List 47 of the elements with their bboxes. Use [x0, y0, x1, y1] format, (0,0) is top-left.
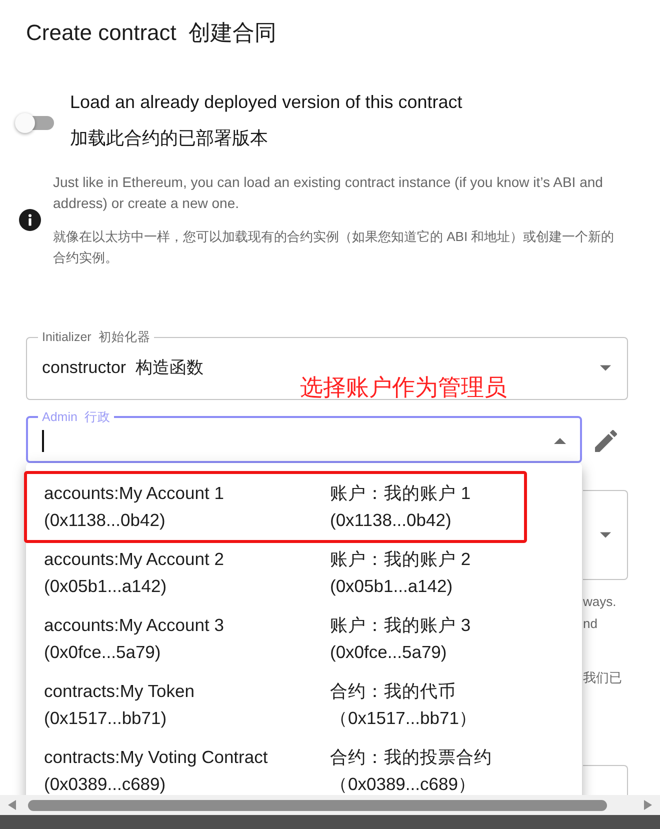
option-label-translation: 账户：我的账户 1	[330, 482, 471, 505]
option-label-translation: 合约：我的投票合约	[330, 746, 492, 769]
dropdown-arrow-icon	[600, 365, 611, 371]
option-address-translation: （0x0389...c689）	[330, 773, 476, 795]
dropdown-option[interactable]: accounts:My Account 1 (0x1138...0b42) 账户：我的账户 1 (0x1138...0b42)	[26, 474, 582, 540]
pencil-icon[interactable]	[595, 430, 617, 452]
scroll-right-icon[interactable]	[644, 800, 652, 810]
option-label: accounts:My Account 1	[44, 482, 224, 505]
text-cursor	[42, 430, 44, 452]
info-text-translation: 就像在以太坊中一样，您可以加载现有的合约实例（如果您知道它的 ABI 和地址）或创建一个新的合约实例。	[53, 228, 616, 267]
scroll-left-icon[interactable]	[8, 800, 16, 810]
option-address-translation: (0x0fce...5a79)	[330, 641, 447, 664]
info-icon	[19, 209, 41, 231]
option-address-translation: (0x1138...0b42)	[330, 509, 452, 532]
option-address: (0x1138...0b42)	[44, 509, 166, 532]
field-label: Initializer 初始化器	[41, 330, 152, 344]
option-address-translation: （0x1517...bb71）	[330, 707, 477, 730]
option-address: (0x05b1...a142)	[44, 575, 167, 598]
dropdown-option[interactable]: contracts:My Voting Contract (0x0389...c689) 合约：我的投票合约 （0x0389...c689）	[26, 738, 582, 795]
option-address: (0x0fce...5a79)	[44, 641, 161, 664]
helper-text: ways.	[583, 593, 616, 611]
caret-up-icon[interactable]	[554, 438, 566, 444]
toggle-label-translation: 加载此合约的已部署版本	[70, 127, 268, 150]
helper-text: nd	[583, 615, 598, 633]
scrollbar-thumb[interactable]	[28, 800, 607, 810]
option-label-translation: 账户：我的账户 2	[330, 548, 471, 571]
option-label: accounts:My Account 3	[44, 614, 224, 637]
select-field[interactable]	[583, 490, 628, 580]
info-text: Just like in Ethereum, you can load an existing contract instance (if you know it’s ABI and address) or create a new one.	[53, 173, 604, 213]
field-label: Admin 行政	[41, 410, 112, 424]
option-address: (0x0389...c689)	[44, 773, 166, 795]
option-label-translation: 合约：我的代币	[330, 680, 456, 703]
option-label: accounts:My Account 2	[44, 548, 224, 571]
dialog-title: Create contract 创建合同	[26, 19, 277, 47]
dropdown-option[interactable]: contracts:My Token (0x1517...bb71) 合约：我的代币 （0x1517...bb71）	[26, 672, 582, 738]
toggle-label: Load an already deployed version of this contract	[70, 91, 462, 114]
dropdown-option[interactable]: accounts:My Account 2 (0x05b1...a142) 账户：我的账户 2 (0x05b1...a142)	[26, 540, 582, 606]
option-address-translation: (0x05b1...a142)	[330, 575, 453, 598]
dropdown-arrow-icon	[600, 532, 611, 538]
select-value: constructor 构造函数	[42, 357, 204, 379]
option-label: contracts:My Voting Contract	[44, 746, 268, 769]
option-label-translation: 账户：我的账户 3	[330, 614, 471, 637]
helper-text: 我们已	[583, 669, 622, 687]
option-address: (0x1517...bb71)	[44, 707, 167, 730]
dropdown-option[interactable]: accounts:My Account 3 (0x0fce...5a79) 账户：我的账户 3 (0x0fce...5a79)	[26, 606, 582, 672]
option-label: contracts:My Token	[44, 680, 194, 703]
annotation-text: 选择账户作为管理员	[300, 373, 507, 401]
